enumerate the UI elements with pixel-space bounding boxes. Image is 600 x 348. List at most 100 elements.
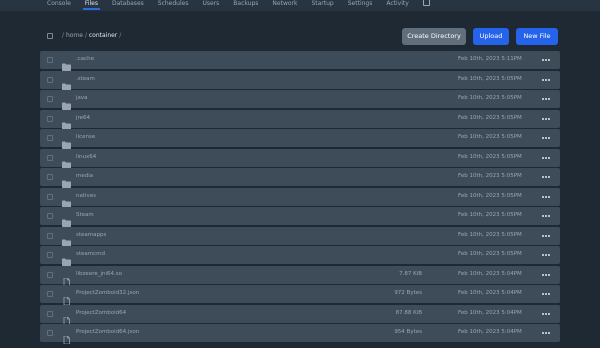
folder-icon bbox=[62, 173, 71, 188]
file-icon bbox=[62, 329, 71, 345]
file-row[interactable]: ProjectZomboid64 87.88 KiB Feb 10th, 2023 … bbox=[40, 304, 560, 325]
file-row[interactable]: steamapps Feb 10th, 2023 5:05PM bbox=[40, 226, 560, 247]
tab-startup[interactable]: Startup bbox=[304, 0, 340, 9]
file-name[interactable]: linux64 bbox=[76, 154, 96, 160]
more-options-icon[interactable] bbox=[542, 271, 550, 279]
file-name[interactable]: natives bbox=[76, 193, 96, 199]
folder-icon bbox=[62, 154, 71, 169]
tab-activity[interactable]: Activity bbox=[379, 0, 415, 9]
tab-users[interactable]: Users bbox=[195, 0, 226, 9]
external-link-icon bbox=[422, 0, 430, 6]
folder-icon bbox=[62, 56, 71, 71]
file-name[interactable]: libzeere_jni64.so bbox=[76, 271, 122, 277]
select-all-checkbox[interactable] bbox=[47, 33, 53, 39]
more-options-icon[interactable] bbox=[542, 173, 550, 181]
file-row[interactable]: linux64 Feb 10th, 2023 5:05PM bbox=[40, 148, 560, 169]
breadcrumb-separator: / bbox=[119, 32, 122, 39]
file-row[interactable]: steamcmd Feb 10th, 2023 5:05PM bbox=[40, 246, 560, 266]
row-checkbox[interactable] bbox=[47, 115, 53, 122]
more-options-icon[interactable] bbox=[542, 154, 550, 162]
row-checkbox[interactable] bbox=[47, 174, 53, 180]
file-row[interactable]: .cache Feb 10th, 2023 5:11PM bbox=[40, 51, 560, 71]
upload-button[interactable]: Upload bbox=[473, 28, 509, 45]
file-modified-date: Feb 10th, 2023 5:04PM bbox=[458, 329, 522, 335]
more-options-icon[interactable] bbox=[542, 95, 550, 103]
folder-icon bbox=[62, 115, 71, 130]
file-name[interactable]: ProjectZomboid32.json bbox=[76, 290, 139, 296]
folder-icon bbox=[62, 134, 71, 149]
more-options-icon[interactable] bbox=[542, 212, 550, 220]
file-row[interactable]: .steam Feb 10th, 2023 5:05PM bbox=[40, 70, 560, 91]
tab-schedules[interactable]: Schedules bbox=[151, 0, 196, 9]
file-modified-date: Feb 10th, 2023 5:04PM bbox=[458, 270, 522, 277]
new-file-button[interactable]: New File bbox=[516, 28, 558, 45]
file-modified-date: Feb 10th, 2023 5:05PM bbox=[458, 153, 522, 160]
tab-files[interactable]: Files bbox=[78, 0, 105, 10]
file-row[interactable]: license Feb 10th, 2023 5:05PM bbox=[40, 129, 560, 149]
file-row[interactable]: jre64 Feb 10th, 2023 5:05PM bbox=[40, 109, 560, 130]
file-name[interactable]: license bbox=[76, 134, 95, 140]
file-size: 87.88 KiB bbox=[395, 309, 422, 316]
nav-tabs: Console Files Databases Schedules Users Backu… bbox=[40, 0, 437, 10]
file-row[interactable]: libzeere_jni64.so 7.87 KiB Feb 10th, 2023 … bbox=[40, 265, 560, 286]
row-checkbox[interactable] bbox=[47, 271, 53, 278]
more-options-icon[interactable] bbox=[542, 56, 550, 64]
file-modified-date: Feb 10th, 2023 5:05PM bbox=[458, 251, 522, 257]
file-modified-date: Feb 10th, 2023 5:04PM bbox=[458, 309, 522, 316]
create-directory-button[interactable]: Create Directory bbox=[402, 28, 466, 45]
file-size: 972 Bytes bbox=[394, 290, 422, 296]
row-checkbox[interactable] bbox=[47, 135, 53, 141]
file-name[interactable]: steamcmd bbox=[76, 251, 105, 257]
file-name[interactable]: .steam bbox=[76, 76, 95, 82]
file-name[interactable]: ProjectZomboid64.json bbox=[76, 329, 139, 335]
file-row[interactable]: ProjectZomboid32.json 972 Bytes Feb 10th, … bbox=[40, 285, 560, 306]
file-name[interactable]: java bbox=[76, 95, 88, 101]
row-checkbox[interactable] bbox=[47, 291, 53, 297]
tab-console[interactable]: Console bbox=[40, 0, 78, 9]
file-list: .cache Feb 10th, 2023 5:11PM .steam Feb 10t… bbox=[40, 51, 560, 345]
file-name[interactable]: jre64 bbox=[76, 115, 90, 121]
file-row[interactable]: ProjectZomboid64.json 954 Bytes Feb 10th, … bbox=[40, 324, 560, 345]
more-options-icon[interactable] bbox=[542, 310, 550, 318]
breadcrumb-home[interactable]: home bbox=[66, 32, 83, 39]
file-row[interactable]: Steam Feb 10th, 2023 5:05PM bbox=[40, 207, 560, 227]
row-checkbox[interactable] bbox=[47, 193, 53, 200]
file-name[interactable]: steamapps bbox=[76, 232, 106, 238]
row-checkbox[interactable] bbox=[47, 76, 53, 83]
tab-settings[interactable]: Settings bbox=[341, 0, 380, 9]
row-checkbox[interactable] bbox=[47, 252, 53, 258]
more-options-icon[interactable] bbox=[542, 76, 550, 84]
row-checkbox[interactable] bbox=[47, 154, 53, 161]
file-name[interactable]: .cache bbox=[76, 56, 94, 62]
more-options-icon[interactable] bbox=[542, 134, 550, 142]
more-options-icon[interactable] bbox=[542, 193, 550, 201]
more-options-icon[interactable] bbox=[542, 115, 550, 123]
row-checkbox[interactable] bbox=[47, 232, 53, 239]
file-modified-date: Feb 10th, 2023 5:05PM bbox=[458, 134, 522, 140]
tab-databases[interactable]: Databases bbox=[105, 0, 151, 9]
file-name[interactable]: media bbox=[76, 173, 93, 179]
more-options-icon[interactable] bbox=[542, 232, 550, 240]
file-row[interactable]: java Feb 10th, 2023 5:05PM bbox=[40, 90, 560, 110]
breadcrumb-container[interactable]: container bbox=[89, 32, 117, 39]
file-row[interactable]: media Feb 10th, 2023 5:05PM bbox=[40, 168, 560, 188]
tab-external-link[interactable] bbox=[416, 0, 437, 9]
tab-backups[interactable]: Backups bbox=[226, 0, 265, 9]
folder-icon bbox=[62, 95, 71, 110]
row-checkbox[interactable] bbox=[47, 330, 53, 336]
row-checkbox[interactable] bbox=[47, 213, 53, 219]
file-row[interactable]: natives Feb 10th, 2023 5:05PM bbox=[40, 187, 560, 208]
more-options-icon[interactable] bbox=[542, 290, 550, 298]
row-checkbox[interactable] bbox=[47, 57, 53, 63]
more-options-icon[interactable] bbox=[542, 329, 550, 337]
file-icon bbox=[62, 271, 71, 286]
file-name[interactable]: ProjectZomboid64 bbox=[76, 310, 126, 316]
folder-icon bbox=[62, 232, 71, 247]
tab-network[interactable]: Network bbox=[265, 0, 304, 9]
file-modified-date: Feb 10th, 2023 5:05PM bbox=[458, 114, 522, 121]
file-name[interactable]: Steam bbox=[76, 212, 94, 218]
row-checkbox[interactable] bbox=[47, 310, 53, 317]
row-checkbox[interactable] bbox=[47, 96, 53, 102]
file-modified-date: Feb 10th, 2023 5:05PM bbox=[458, 231, 522, 238]
more-options-icon[interactable] bbox=[542, 251, 550, 259]
